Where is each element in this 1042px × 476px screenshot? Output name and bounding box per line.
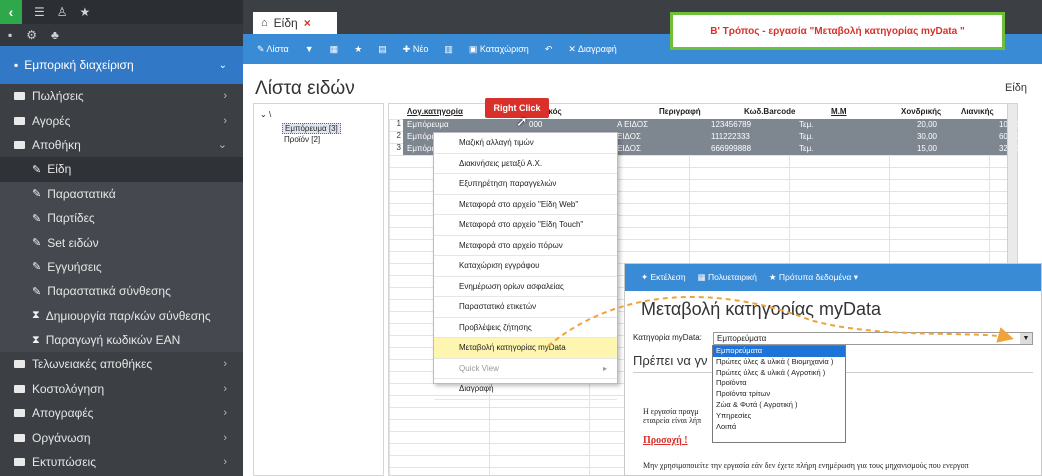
dashed-arrow <box>547 296 1014 347</box>
